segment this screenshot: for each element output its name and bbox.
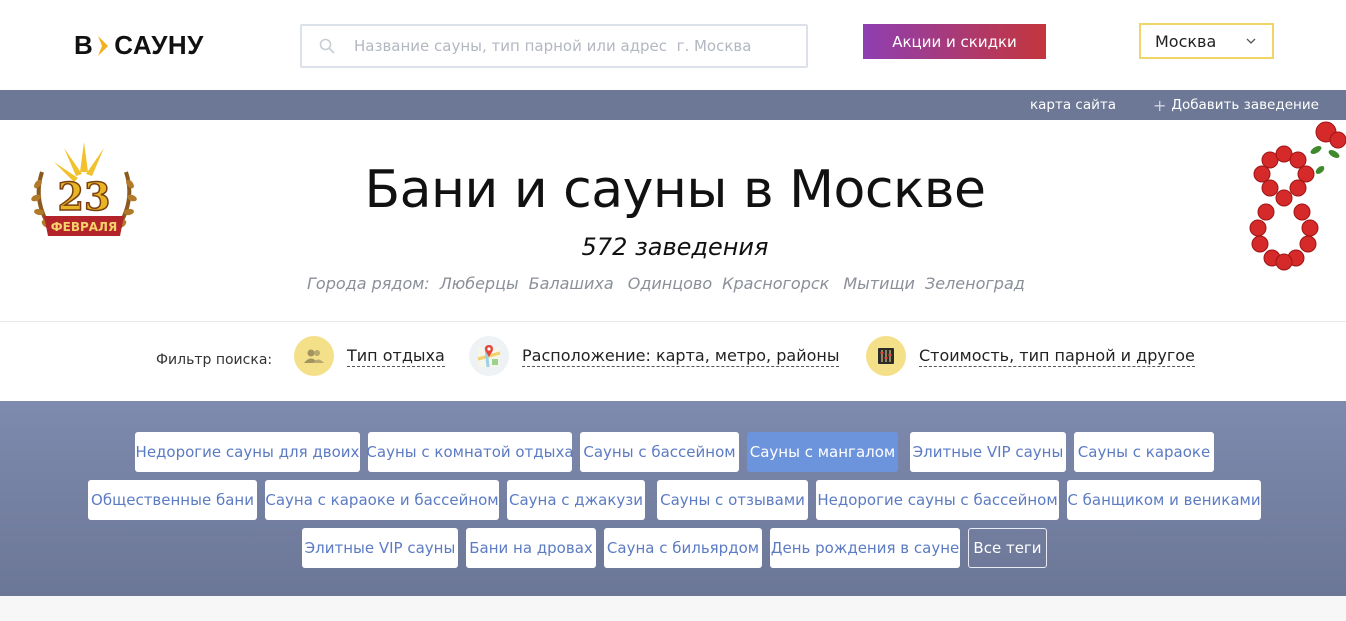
badge-ribbon-text: ФЕВРАЛЯ xyxy=(51,220,118,234)
nearby-city-link[interactable]: Красногорск xyxy=(722,274,829,293)
tag-item[interactable]: Сауна с бильярдом xyxy=(604,528,762,568)
city-selector-label: Москва xyxy=(1155,31,1217,51)
all-tags-button[interactable]: Все теги xyxy=(968,528,1047,568)
tag-item[interactable]: День рождения в сауне xyxy=(770,528,960,568)
map-pin-icon xyxy=(469,336,509,376)
filter-label: Фильтр поиска: xyxy=(156,352,273,368)
filter-price[interactable]: Стоимость, тип парной и другое xyxy=(866,336,1195,376)
nearby-city-link[interactable]: Зеленоград xyxy=(925,274,1025,293)
filter-price-label: Стоимость, тип парной и другое xyxy=(919,345,1195,367)
sitemap-link[interactable]: карта сайта xyxy=(1030,97,1116,113)
logo-chevron-icon xyxy=(98,35,109,56)
promo-button-label: Акции и скидки xyxy=(892,32,1017,51)
site-logo[interactable]: В САУНУ xyxy=(74,30,204,61)
filter-leisure-type[interactable]: Тип отдыха xyxy=(294,336,445,376)
tag-cloud: Недорогие сауны для двоих Сауны с комнат… xyxy=(0,401,1346,596)
tag-item[interactable]: Элитные VIP сауны xyxy=(302,528,458,568)
hero-section: 23 ФЕВРАЛЯ Бани и сауны в Москве 572 зав… xyxy=(0,120,1346,322)
tag-item[interactable]: Сауна с джакузи xyxy=(507,480,645,520)
search-filters: Фильтр поиска: Тип отдыха Расположение: … xyxy=(0,322,1346,401)
march-8-roses-icon xyxy=(1249,121,1346,271)
logo-text-right: САУНУ xyxy=(114,30,204,60)
city-selector[interactable]: Москва xyxy=(1139,23,1274,59)
content-area xyxy=(0,596,1346,621)
tag-item[interactable]: Общественные бани xyxy=(88,480,257,520)
page-title: Бани и сауны в Москве xyxy=(364,160,987,220)
nearby-city-link[interactable]: Мытищи xyxy=(843,274,915,293)
header: В САУНУ Акции и скидки Москва xyxy=(0,0,1346,90)
nearby-city-link[interactable]: Одинцово xyxy=(628,274,712,293)
tag-item[interactable]: Сауны с караоке xyxy=(1074,432,1214,472)
tag-item[interactable]: Недорогие сауны с бассейном xyxy=(816,480,1059,520)
tag-item[interactable]: Сауна с караоке и бассейном xyxy=(265,480,499,520)
add-venue-link[interactable]: + Добавить заведение xyxy=(1153,97,1319,113)
nearby-city-link[interactable]: Балашиха xyxy=(529,274,614,293)
people-icon xyxy=(294,336,334,376)
search-icon xyxy=(319,38,335,54)
tag-item[interactable]: Недорогие сауны для двоих xyxy=(135,432,360,472)
tag-item[interactable]: С банщиком и вениками xyxy=(1067,480,1261,520)
tag-item[interactable]: Бани на дровах xyxy=(466,528,596,568)
top-nav-bar: карта сайта + Добавить заведение xyxy=(0,90,1346,120)
promo-button[interactable]: Акции и скидки xyxy=(863,24,1046,59)
add-venue-label: Добавить заведение xyxy=(1171,97,1319,113)
venue-count: 572 заведения xyxy=(581,233,769,261)
tag-item-active[interactable]: Сауны с мангалом xyxy=(747,432,898,472)
sliders-icon xyxy=(866,336,906,376)
tag-item[interactable]: Элитные VIP сауны xyxy=(910,432,1066,472)
tag-item[interactable]: Сауны с отзывами xyxy=(657,480,808,520)
nearby-city-link[interactable]: Люберцы xyxy=(440,274,519,293)
filter-location[interactable]: Расположение: карта, метро, районы xyxy=(469,336,840,376)
filter-location-label: Расположение: карта, метро, районы xyxy=(522,345,840,367)
plus-icon: + xyxy=(1153,95,1167,115)
logo-text-left: В xyxy=(74,30,94,60)
nearby-cities: Города рядом: Люберцы Балашиха Одинцово … xyxy=(307,274,1025,293)
nearby-cities-label: Города рядом: xyxy=(307,274,430,293)
chevron-down-icon xyxy=(1246,38,1256,44)
search-input[interactable] xyxy=(302,26,806,66)
tag-item[interactable]: Сауны с комнатой отдыха xyxy=(366,432,574,472)
tag-item[interactable]: Сауны с бассейном xyxy=(580,432,739,472)
filter-leisure-type-label: Тип отдыха xyxy=(347,345,445,367)
search-box xyxy=(300,24,808,68)
